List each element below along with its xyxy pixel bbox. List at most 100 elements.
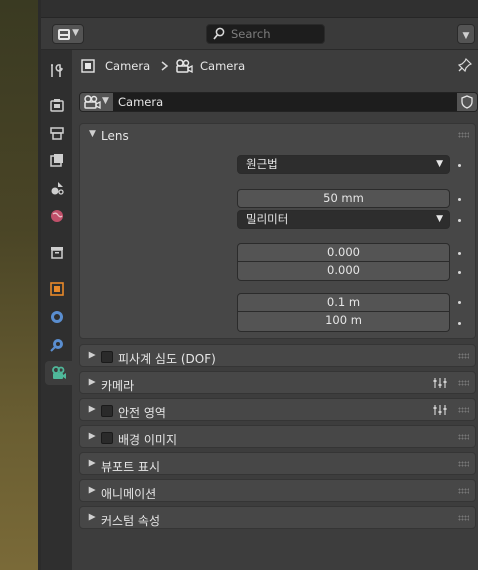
lens-type-value: 원근법: [246, 157, 278, 171]
lens-panel-header[interactable]: ▼ Lens: [80, 124, 475, 147]
tab-world[interactable]: [45, 204, 69, 228]
focal-length-field[interactable]: 50 mm: [237, 189, 450, 208]
viewport-display-panel-title: 뷰포트 표시: [101, 460, 161, 474]
safe-areas-checkbox[interactable]: [101, 405, 113, 417]
keyframe-dot[interactable]: [458, 322, 461, 325]
tool-tab-icon: [51, 64, 64, 77]
drag-handle-icon[interactable]: [458, 380, 469, 386]
breadcrumb-data-name: Camera: [200, 59, 246, 73]
breadcrumb: Camera Camera: [72, 50, 478, 82]
datablock-browse-button[interactable]: ▼: [80, 93, 113, 111]
camera-data-tab-icon: [51, 366, 66, 379]
clip-end-field[interactable]: 100 m: [237, 312, 450, 332]
properties-tabs: [41, 50, 72, 570]
chevron-right-icon: ▼: [87, 432, 98, 440]
shift-x-field[interactable]: 0.000: [237, 243, 450, 262]
chevron-down-icon: ▼: [436, 214, 443, 224]
object-tab-icon: [50, 282, 64, 296]
search-placeholder: Search: [231, 27, 271, 41]
chevron-right-icon: [161, 61, 169, 71]
scene-tab-icon: [51, 182, 64, 195]
drag-handle-icon[interactable]: [458, 407, 469, 413]
drag-handle-icon[interactable]: [458, 353, 469, 359]
viewport-display-panel[interactable]: ▼ 뷰포트 표시: [79, 452, 476, 475]
keyframe-dot[interactable]: [458, 301, 461, 304]
physics-tab-icon: [50, 339, 63, 352]
editor-type-button[interactable]: ▼: [52, 24, 84, 44]
fake-user-shield-icon: [461, 95, 473, 109]
collection-tab-icon: [51, 247, 63, 259]
drag-handle-icon[interactable]: [458, 434, 469, 440]
presets-icon[interactable]: [433, 404, 447, 416]
tab-physics[interactable]: [45, 333, 69, 357]
tab-render[interactable]: [45, 93, 69, 117]
breadcrumb-object-name: Camera: [105, 59, 151, 73]
tab-scene[interactable]: [45, 176, 69, 200]
safe-areas-panel[interactable]: ▼ 안전 영역: [79, 398, 476, 421]
drag-handle-icon[interactable]: [458, 488, 469, 494]
drag-handle-icon[interactable]: [458, 132, 469, 138]
chevron-right-icon: ▼: [87, 513, 98, 521]
presets-icon[interactable]: [433, 377, 447, 389]
modifiers-tab-icon: [51, 311, 63, 323]
tab-collection[interactable]: [45, 240, 69, 264]
background-images-checkbox[interactable]: [101, 432, 113, 444]
pin-icon[interactable]: [458, 58, 472, 72]
background-images-panel[interactable]: ▼ 배경 이미지: [79, 425, 476, 448]
camera-data-icon: [176, 59, 193, 74]
chevron-down-icon: ▼: [89, 129, 96, 139]
render-tab-icon: [50, 99, 64, 112]
camera-datablock-selector: ▼ Camera: [79, 92, 478, 112]
tab-camera-data[interactable]: [45, 361, 72, 385]
keyframe-dot[interactable]: [458, 219, 461, 222]
drag-handle-icon[interactable]: [458, 461, 469, 467]
custom-properties-panel-title: 커스텀 속성: [101, 514, 161, 528]
chevron-down-icon: ▼: [102, 96, 109, 106]
dof-checkbox[interactable]: [101, 351, 113, 363]
chevron-down-icon: ▼: [436, 159, 443, 169]
properties-header: ▼ Search ▼: [41, 18, 478, 50]
animation-panel[interactable]: ▼ 애니메이션: [79, 479, 476, 502]
clip-start-field[interactable]: 0.1 m: [237, 293, 450, 312]
lens-panel-title: Lens: [101, 129, 129, 143]
custom-properties-panel[interactable]: ▼ 커스텀 속성: [79, 506, 476, 529]
tab-tool[interactable]: [45, 59, 69, 83]
properties-editor-icon: [58, 29, 70, 40]
top-area-edge: [41, 0, 478, 18]
chevron-right-icon: ▼: [87, 459, 98, 467]
tab-output[interactable]: [45, 121, 69, 145]
dof-panel[interactable]: ▼ 피사계 심도 (DOF): [79, 344, 476, 367]
chevron-right-icon: ▼: [87, 351, 98, 359]
keyframe-dot[interactable]: [458, 198, 461, 201]
fake-user-button[interactable]: [457, 93, 477, 111]
dof-panel-title: 피사계 심도 (DOF): [118, 352, 216, 366]
camera-panel-title: 카메라: [101, 379, 135, 393]
keyframe-dot[interactable]: [458, 252, 461, 255]
search-icon: [213, 27, 225, 40]
camera-panel[interactable]: ▼ 카메라: [79, 371, 476, 394]
object-icon: [81, 59, 95, 73]
safe-areas-panel-title: 안전 영역: [118, 406, 166, 420]
3d-viewport-edge: [0, 0, 38, 570]
view-layer-tab-icon: [50, 154, 63, 167]
chevron-down-icon: ▼: [72, 28, 79, 38]
background-images-panel-title: 배경 이미지: [118, 433, 178, 447]
shift-y-field[interactable]: 0.000: [237, 262, 450, 281]
tab-modifiers[interactable]: [45, 305, 69, 329]
lens-unit-dropdown[interactable]: 밀리미터 ▼: [237, 210, 450, 229]
keyframe-dot[interactable]: [458, 164, 461, 167]
animation-panel-title: 애니메이션: [101, 487, 157, 501]
tab-object[interactable]: [45, 277, 69, 301]
tab-view-layer[interactable]: [45, 148, 69, 172]
output-tab-icon: [50, 127, 64, 140]
drag-handle-icon[interactable]: [458, 515, 469, 521]
chevron-right-icon: ▼: [87, 486, 98, 494]
chevron-right-icon: ▼: [87, 405, 98, 413]
lens-type-dropdown[interactable]: 원근법 ▼: [237, 155, 450, 174]
lens-unit-value: 밀리미터: [246, 212, 289, 226]
options-dropdown[interactable]: ▼: [457, 24, 475, 44]
search-input[interactable]: Search: [206, 24, 325, 44]
keyframe-dot[interactable]: [458, 271, 461, 274]
chevron-right-icon: ▼: [87, 378, 98, 386]
datablock-name-field[interactable]: Camera: [113, 93, 457, 111]
